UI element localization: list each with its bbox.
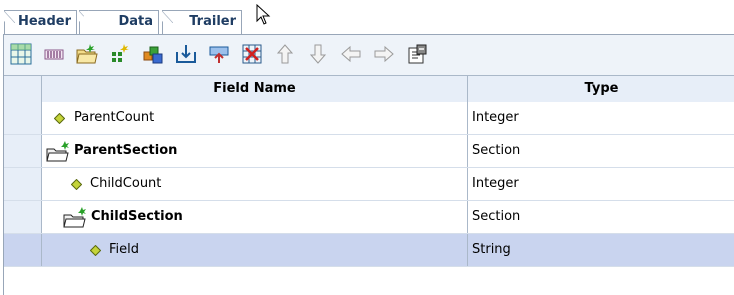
field-diamond-icon <box>90 245 101 256</box>
move-right-icon[interactable] <box>371 41 397 67</box>
table-row[interactable]: ParentCount Integer <box>4 102 734 135</box>
row-selector[interactable] <box>4 201 42 233</box>
type-cell[interactable]: Integer <box>468 168 734 200</box>
row-selector[interactable] <box>4 102 42 134</box>
type-cell[interactable]: Section <box>468 135 734 167</box>
table-row[interactable]: ChildCount Integer <box>4 168 734 201</box>
field-diamond-icon <box>54 113 65 124</box>
table-row[interactable]: Field String <box>4 234 734 267</box>
field-grid: Field Name Type ParentCount Integer Pare… <box>4 75 734 295</box>
field-diamond-icon <box>71 179 82 190</box>
field-name-text: ChildSection <box>91 209 183 224</box>
tab-data-label: Data <box>118 14 153 29</box>
column-header-type[interactable]: Type <box>468 76 734 103</box>
toolbar <box>4 35 734 75</box>
editor-panel: Field Name Type ParentCount Integer Pare… <box>3 34 734 295</box>
tab-trailer-label: Trailer <box>189 14 236 29</box>
properties-icon[interactable] <box>404 41 430 67</box>
field-name-cell[interactable]: Field <box>42 234 468 266</box>
export-icon[interactable] <box>206 41 232 67</box>
field-name-cell[interactable]: ParentCount <box>42 102 468 134</box>
field-name-cell[interactable]: ChildCount <box>42 168 468 200</box>
field-name-cell[interactable]: ParentSection <box>42 135 468 167</box>
import-icon[interactable] <box>173 41 199 67</box>
field-name-text: ParentSection <box>74 143 178 158</box>
table-row[interactable]: ChildSection Section <box>4 201 734 234</box>
add-component-icon[interactable] <box>140 41 166 67</box>
delete-icon[interactable] <box>239 41 265 67</box>
column-header-field-name[interactable]: Field Name <box>42 76 468 103</box>
tab-header-label: Header <box>17 14 71 29</box>
type-cell[interactable]: Integer <box>468 102 734 134</box>
move-down-icon[interactable] <box>305 41 331 67</box>
tab-trailer[interactable]: Trailer <box>162 10 242 34</box>
field-name-cell[interactable]: ChildSection <box>42 201 468 233</box>
type-cell[interactable]: String <box>468 234 734 266</box>
section-folder-icon <box>46 141 69 162</box>
tab-data[interactable]: Data <box>79 10 159 34</box>
field-name-text: Field <box>109 242 140 257</box>
tab-strip: Header Data Trailer <box>4 4 734 34</box>
grid-corner <box>4 76 42 103</box>
tab-header-corner <box>4 10 15 23</box>
columns-icon[interactable] <box>41 41 67 67</box>
type-cell[interactable]: Section <box>468 201 734 233</box>
tab-trailer-corner <box>162 10 173 23</box>
table-row[interactable]: ParentSection Section <box>4 135 734 168</box>
row-selector[interactable] <box>4 234 42 266</box>
new-folder-icon[interactable] <box>74 41 100 67</box>
field-name-text: ChildCount <box>90 176 162 191</box>
mouse-cursor-icon <box>256 4 271 25</box>
move-left-icon[interactable] <box>338 41 364 67</box>
move-up-icon[interactable] <box>272 41 298 67</box>
table-icon[interactable] <box>8 41 34 67</box>
add-field-icon[interactable] <box>107 41 133 67</box>
section-folder-icon <box>63 207 86 228</box>
grid-header: Field Name Type <box>4 75 734 103</box>
row-selector[interactable] <box>4 168 42 200</box>
row-selector[interactable] <box>4 135 42 167</box>
field-name-text: ParentCount <box>74 110 155 125</box>
